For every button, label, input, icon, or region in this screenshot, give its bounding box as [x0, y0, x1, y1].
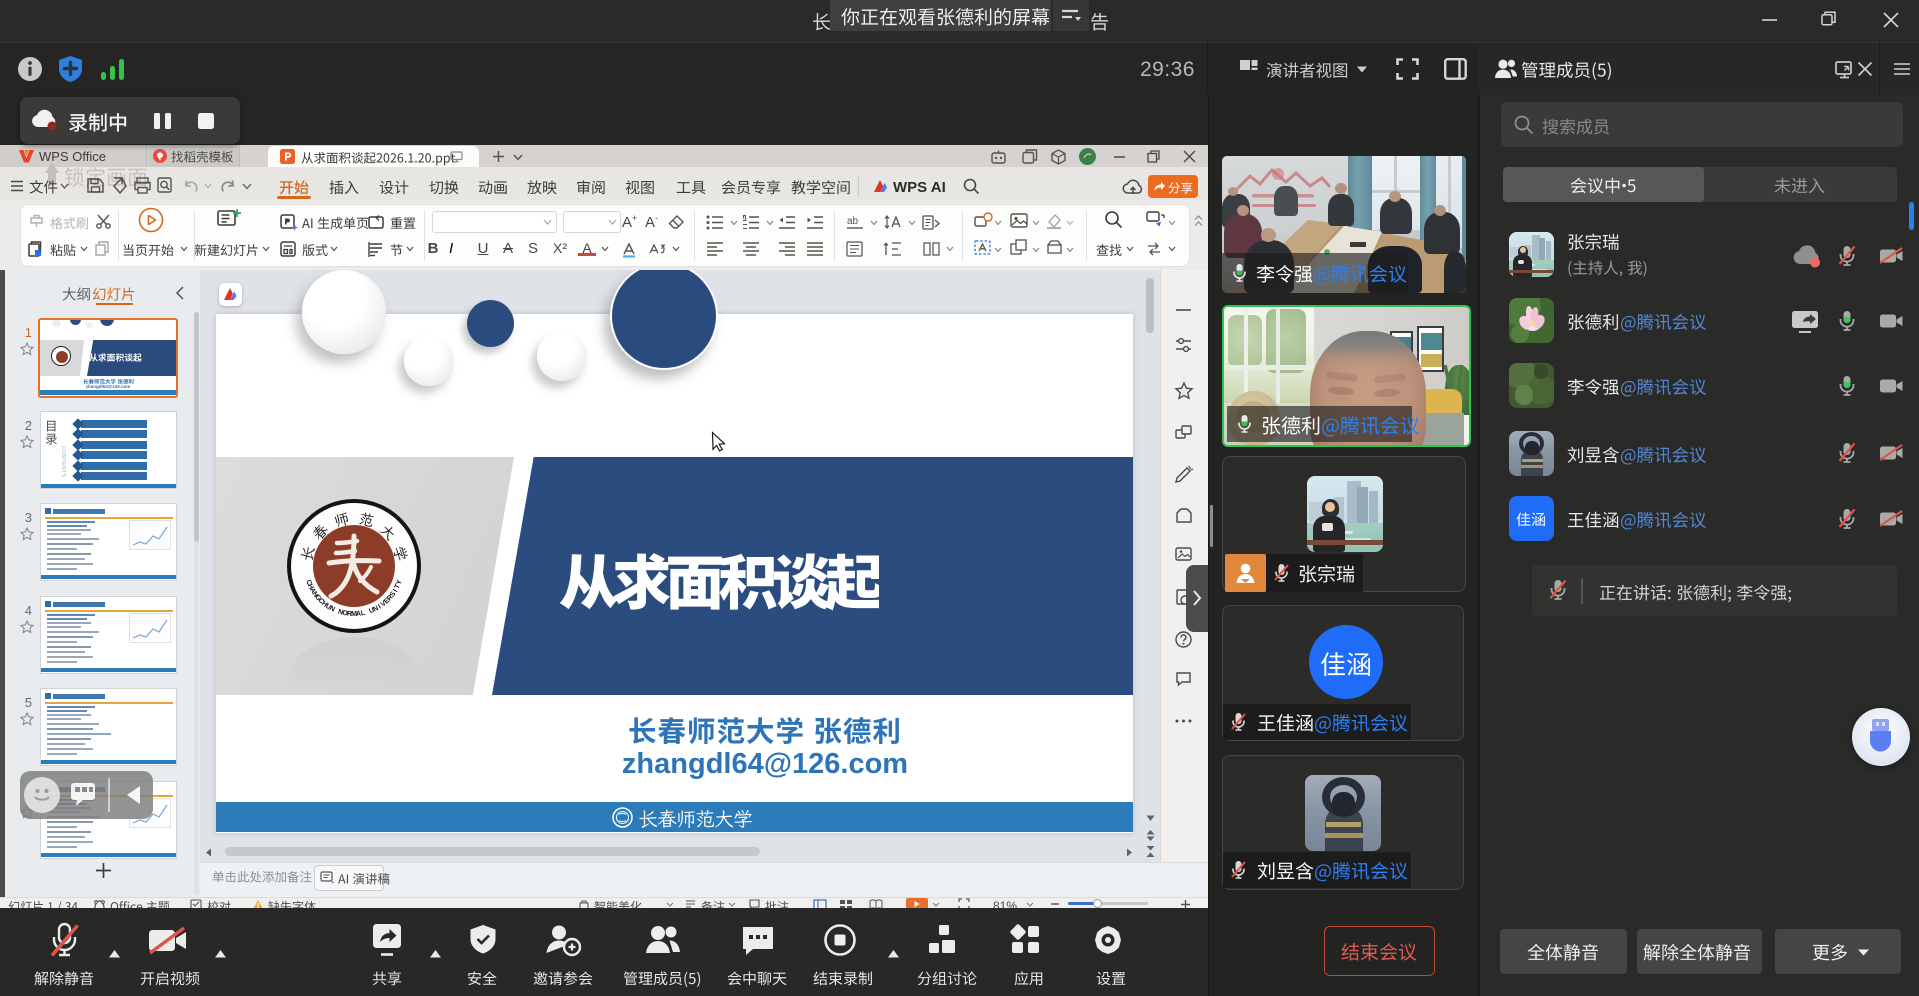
- svg-text:Y: Y: [396, 579, 404, 586]
- svg-text:L: L: [360, 610, 366, 618]
- svg-text:ab: ab: [847, 216, 859, 227]
